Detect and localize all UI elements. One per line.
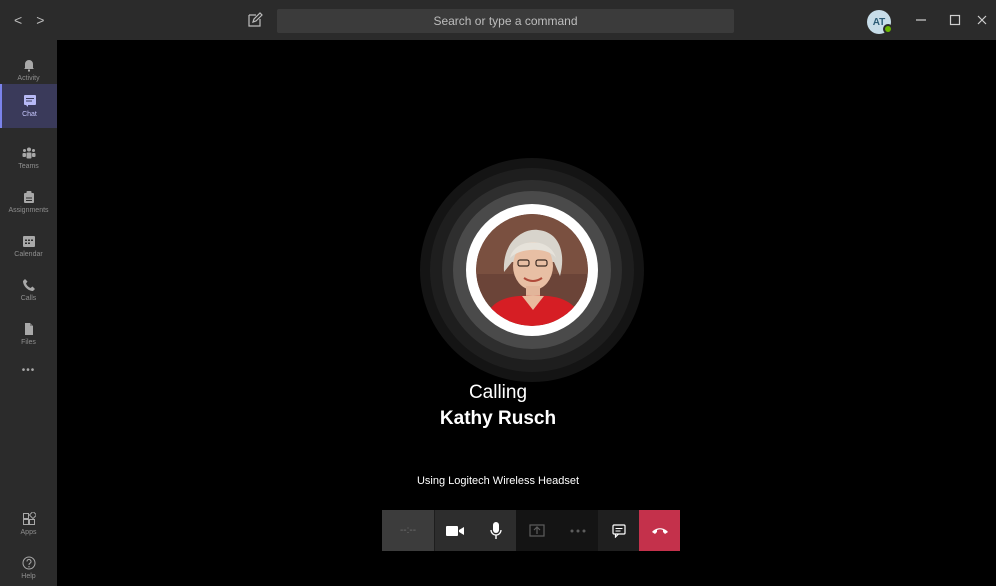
more-actions-button[interactable] xyxy=(557,510,598,551)
close-icon xyxy=(977,15,987,25)
microphone-button[interactable] xyxy=(475,510,516,551)
chat-icon xyxy=(23,95,36,107)
close-button[interactable] xyxy=(972,10,992,30)
title-bar: < > Search or type a command AT xyxy=(0,0,996,40)
minimize-button[interactable] xyxy=(911,10,931,30)
rail-label-assignments: Assignments xyxy=(8,207,49,214)
rail-item-apps[interactable]: Apps xyxy=(0,502,57,546)
rail-label-chat: Chat xyxy=(22,111,37,118)
call-status: Calling xyxy=(468,382,528,403)
search-placeholder: Search or type a command xyxy=(433,14,578,28)
teams-call-window: < > Search or type a command AT Activity… xyxy=(0,0,996,586)
ellipsis-icon xyxy=(570,529,585,532)
callee-avatar xyxy=(476,214,588,326)
file-icon xyxy=(24,323,33,335)
share-screen-button[interactable] xyxy=(516,510,557,551)
camera-button[interactable] xyxy=(434,510,475,551)
rail-label-help: Help xyxy=(21,573,36,580)
history-navigation: < > xyxy=(0,12,240,28)
video-camera-icon xyxy=(446,525,464,536)
app-bar: Activity Chat Teams Assignments Calendar… xyxy=(0,40,57,586)
search-box[interactable]: Search or type a command xyxy=(277,9,734,33)
more-icon: ••• xyxy=(21,364,36,376)
calendar-icon xyxy=(22,236,35,247)
rail-item-calendar[interactable]: Calendar xyxy=(0,224,57,268)
rail-item-teams[interactable]: Teams xyxy=(0,136,57,180)
callee-name: Kathy Rusch xyxy=(439,408,557,429)
maximize-icon xyxy=(949,14,961,26)
conversation-icon xyxy=(611,523,626,538)
rail-label-teams: Teams xyxy=(18,163,39,170)
hang-up-icon xyxy=(651,527,668,534)
assignments-icon xyxy=(23,191,34,203)
new-chat-icon[interactable] xyxy=(247,12,263,28)
microphone-icon xyxy=(489,521,502,539)
rail-label-files: Files xyxy=(21,339,36,346)
hang-up-button[interactable] xyxy=(639,510,680,551)
minimize-icon xyxy=(916,19,926,21)
rail-item-assignments[interactable]: Assignments xyxy=(0,180,57,224)
audio-device-label: Using Logitech Wireless Headset xyxy=(416,475,580,487)
presence-available-icon xyxy=(883,24,893,34)
maximize-button[interactable] xyxy=(945,10,965,30)
rail-label-apps: Apps xyxy=(20,529,37,536)
help-icon xyxy=(22,556,35,570)
phone-icon xyxy=(22,279,35,291)
rail-label-calendar: Calendar xyxy=(14,251,43,258)
rail-item-chat[interactable]: Chat xyxy=(0,84,57,128)
share-screen-icon xyxy=(528,523,545,537)
rail-label-activity: Activity xyxy=(17,75,40,82)
back-button[interactable]: < xyxy=(14,12,22,28)
bell-icon xyxy=(23,60,34,72)
calling-rings xyxy=(420,158,644,382)
teams-icon xyxy=(22,147,35,159)
call-controls: --:-- xyxy=(382,510,681,551)
rail-label-calls: Calls xyxy=(20,295,37,302)
show-conversation-button[interactable] xyxy=(598,510,639,551)
apps-icon xyxy=(22,512,36,525)
forward-button[interactable]: > xyxy=(36,12,44,28)
rail-item-help[interactable]: Help xyxy=(0,546,57,586)
rail-item-calls[interactable]: Calls xyxy=(0,268,57,312)
call-timer: --:-- xyxy=(382,510,434,551)
